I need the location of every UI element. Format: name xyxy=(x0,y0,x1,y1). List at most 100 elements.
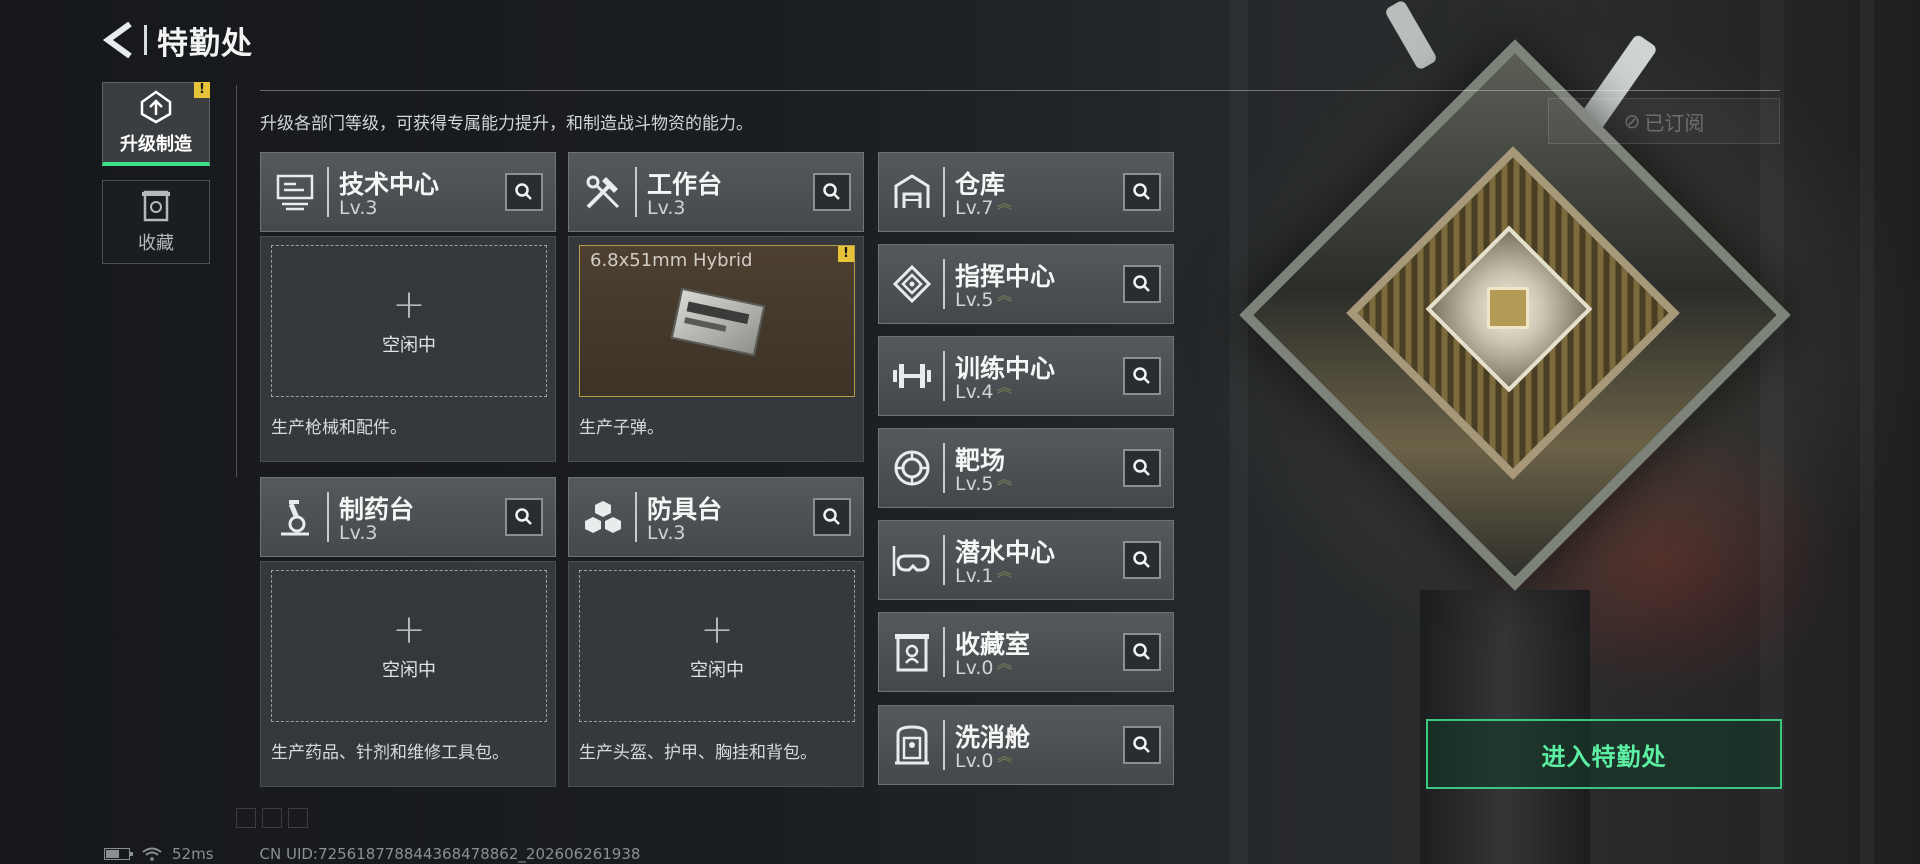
card-divider xyxy=(943,535,945,585)
facility-level: Lv.5 xyxy=(955,473,994,495)
inspect-button[interactable] xyxy=(505,498,543,536)
user-uid: CN UID:725618778844368478862_20260626193… xyxy=(259,845,641,863)
facility-level: Lv.4 xyxy=(955,381,994,403)
facility-card-armor-bench[interactable]: 防具台 Lv.3 xyxy=(568,477,864,557)
collection-room-icon xyxy=(887,625,937,679)
subscribed-button[interactable]: ⊘ 已订阅 xyxy=(1548,98,1780,144)
diving-mask-icon xyxy=(887,533,937,587)
product-name: 6.8x51mm Hybrid xyxy=(590,250,753,271)
card-divider xyxy=(943,259,945,309)
tab-label: 收藏 xyxy=(138,233,174,254)
production-panel-armor-bench: + 空闲中 生产头盔、护甲、胸挂和背包。 xyxy=(568,561,864,787)
inspect-button[interactable] xyxy=(1123,541,1161,579)
microscope-icon xyxy=(271,492,319,542)
facility-level: Lv.3 xyxy=(339,522,378,544)
facility-card-tech-center[interactable]: 技术中心 Lv.3 xyxy=(260,152,556,232)
search-icon xyxy=(515,508,532,525)
command-center-icon xyxy=(887,257,937,311)
add-icon: + xyxy=(700,607,734,653)
search-icon xyxy=(1133,367,1150,384)
slot-status: 空闲中 xyxy=(690,660,744,681)
upgrade-chevron-icon: ︽ xyxy=(997,747,1013,765)
background-pillar xyxy=(1860,0,1874,864)
inspect-button[interactable] xyxy=(1123,726,1161,764)
inspect-button[interactable] xyxy=(1123,633,1161,671)
production-slot[interactable]: + 空闲中 xyxy=(271,570,547,722)
page-title: 特勤处 xyxy=(157,25,253,62)
facility-card-collection-room[interactable]: 收藏室 Lv.0 ︽ xyxy=(878,612,1174,692)
search-icon xyxy=(1133,183,1150,200)
inspect-button[interactable] xyxy=(505,173,543,211)
facility-description: 生产头盔、护甲、胸挂和背包。 xyxy=(579,743,817,763)
facility-name: 工作台 xyxy=(647,170,723,199)
warning-badge: ! xyxy=(194,82,210,98)
facility-card-workbench[interactable]: 工作台 Lv.3 xyxy=(568,152,864,232)
search-icon xyxy=(515,183,532,200)
facility-name: 洗消舱 xyxy=(955,723,1031,752)
inspect-button[interactable] xyxy=(1123,449,1161,487)
facility-description: 生产子弹。 xyxy=(579,418,664,438)
upgrade-chevron-icon: ︽ xyxy=(997,194,1013,212)
inspect-button[interactable] xyxy=(813,173,851,211)
wifi-icon xyxy=(142,847,162,861)
search-icon xyxy=(823,183,840,200)
target-icon xyxy=(887,441,937,495)
upgrade-chevron-icon: ︽ xyxy=(997,470,1013,488)
production-panel-workbench: ! 6.8x51mm Hybrid 生产子弹。 xyxy=(568,236,864,462)
facility-level: Lv.1 xyxy=(955,565,994,587)
add-icon: + xyxy=(392,282,426,328)
back-button[interactable] xyxy=(100,20,136,60)
production-slot[interactable]: + 空闲中 xyxy=(271,245,547,397)
upgrade-chevron-icon: ︽ xyxy=(997,378,1013,396)
production-panel-tech-center: + 空闲中 生产枪械和配件。 xyxy=(260,236,556,462)
card-divider xyxy=(635,492,637,542)
tab-collection[interactable]: 收藏 xyxy=(102,180,210,264)
slot-status: 空闲中 xyxy=(382,335,436,356)
inspect-button[interactable] xyxy=(1123,357,1161,395)
facility-card-pharmacy[interactable]: 制药台 Lv.3 xyxy=(260,477,556,557)
facility-level: Lv.0 xyxy=(955,750,994,772)
facility-name: 收藏室 xyxy=(955,630,1031,659)
facility-card-command-center[interactable]: 指挥中心 Lv.5 ︽ xyxy=(878,244,1174,324)
slot-status: 空闲中 xyxy=(382,660,436,681)
upgrade-chevron-icon: ︽ xyxy=(997,286,1013,304)
card-divider xyxy=(327,492,329,542)
facility-card-warehouse[interactable]: 仓库 Lv.7 ︽ xyxy=(878,152,1174,232)
card-divider xyxy=(943,167,945,217)
facility-level: Lv.0 xyxy=(955,657,994,679)
check-icon: ⊘ xyxy=(1623,109,1641,133)
inspect-button[interactable] xyxy=(1123,173,1161,211)
card-divider xyxy=(943,443,945,493)
facility-name: 技术中心 xyxy=(339,170,440,199)
search-icon xyxy=(823,508,840,525)
inspect-button[interactable] xyxy=(813,498,851,536)
subscribed-label: 已订阅 xyxy=(1644,110,1705,135)
facility-card-decontamination[interactable]: 洗消舱 Lv.0 ︽ xyxy=(878,705,1174,785)
inspect-button[interactable] xyxy=(1123,265,1161,303)
facility-card-shooting-range[interactable]: 靶场 Lv.5 ︽ xyxy=(878,428,1174,508)
search-icon xyxy=(1133,275,1150,292)
facility-card-diving-center[interactable]: 潜水中心 Lv.1 ︽ xyxy=(878,520,1174,600)
production-panel-pharmacy: + 空闲中 生产药品、针剂和维修工具包。 xyxy=(260,561,556,787)
facility-level: Lv.3 xyxy=(339,197,378,219)
decorative-boxes xyxy=(236,808,308,828)
tab-upgrade-craft[interactable]: ! 升级制造 xyxy=(102,82,210,166)
search-icon xyxy=(1133,459,1150,476)
search-icon xyxy=(1133,551,1150,568)
facility-card-training-center[interactable]: 训练中心 Lv.4 ︽ xyxy=(878,336,1174,416)
enter-special-ops-button[interactable]: 进入特勤处 xyxy=(1426,719,1782,789)
upgrade-chevron-icon: ︽ xyxy=(997,562,1013,580)
section-description: 升级各部门等级，可获得专属能力提升，和制造战斗物资的能力。 xyxy=(260,114,753,134)
card-divider xyxy=(943,720,945,770)
card-divider xyxy=(943,351,945,401)
production-slot-active[interactable]: ! 6.8x51mm Hybrid xyxy=(579,245,855,397)
dumbbell-icon xyxy=(887,349,937,403)
upgrade-icon xyxy=(140,89,172,123)
status-bar: 52ms CN UID:725618778844368478862_202606… xyxy=(104,845,640,863)
facility-level: Lv.3 xyxy=(647,197,686,219)
decontamination-icon xyxy=(887,718,937,772)
facility-description: 生产药品、针剂和维修工具包。 xyxy=(271,743,509,763)
production-slot[interactable]: + 空闲中 xyxy=(579,570,855,722)
warning-badge: ! xyxy=(838,246,854,262)
section-divider xyxy=(260,90,1780,91)
